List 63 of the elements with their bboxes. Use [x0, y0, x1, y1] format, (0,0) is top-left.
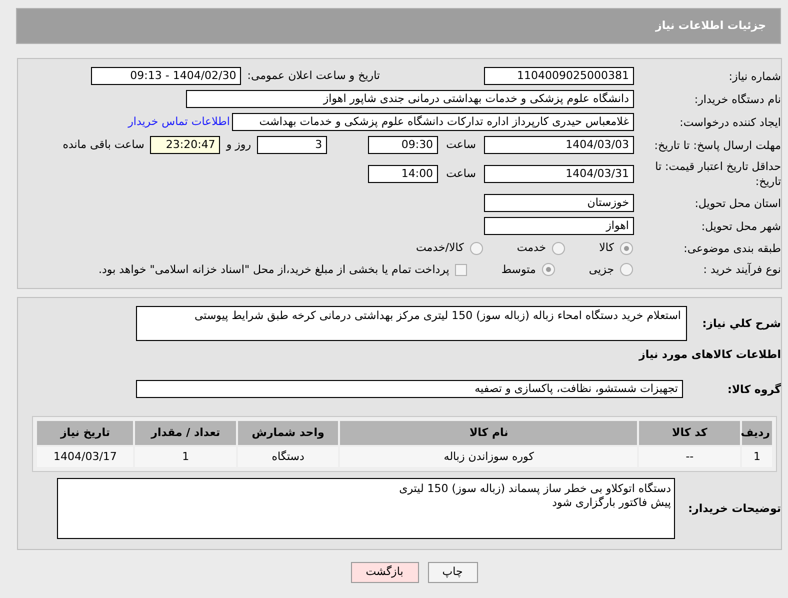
- column-header: کد کالا: [639, 421, 740, 445]
- days-field: 3: [257, 136, 328, 154]
- buyer-notes-field[interactable]: دستگاه اتوکلاو بی خطر ساز پسماند (زباله سوز) 150 لیتری پیش فاکتور بارگزاری شود: [57, 478, 675, 539]
- checkbox[interactable]: [455, 264, 468, 276]
- field-label: مهلت ارسال پاسخ: تا تاریخ:: [653, 138, 781, 152]
- radio-label: کالا/خدمت: [416, 240, 464, 256]
- field-label: شهر محل تحویل:: [700, 218, 781, 234]
- description-field[interactable]: استعلام خرید دستگاه امحاء زباله (زباله سوز) 150 لیتری مرکز بهداشتی درمانی کرخه طبق شرایط پیوستی: [136, 306, 687, 341]
- buyer-org-field: دانشگاه علوم پزشکی و خدمات بهداشتی درمانی جندی شاپور اهواز: [186, 90, 634, 108]
- validity-time-field: 14:00: [368, 165, 438, 183]
- creator-field: غلامعباس حیدری کارپرداز اداره تدارکات دانشگاه علوم پزشکی و خدمات بهداشت: [232, 113, 634, 131]
- table-cell: 1: [135, 447, 236, 467]
- announce-date-field: 1404/02/30 - 09:13: [91, 67, 242, 85]
- radio-button[interactable]: [542, 263, 555, 276]
- field-label: نام دستگاه خریدار:: [693, 92, 781, 106]
- table-cell: 1: [742, 447, 772, 467]
- goods-group-field: تجهیزات شستشو، نظافت، پاکسازی و تصفیه: [136, 380, 683, 398]
- table-cell: کوره سوزاندن زباله: [340, 447, 638, 467]
- column-header: نام کالا: [340, 421, 638, 445]
- note-line: پیش فاکتور بارگزاری شود: [551, 496, 671, 510]
- field-label: ساعت باقی مانده: [62, 136, 144, 153]
- payment-label: پرداخت تمام یا بخشی از مبلغ خرید،از محل "اسناد خزانه اسلامی" خواهد بود.: [98, 262, 450, 278]
- field-label: شماره نیاز:: [728, 68, 781, 84]
- radio-label: خدمت: [516, 240, 546, 256]
- deadline-date-field: 1404/03/03: [484, 136, 634, 154]
- radio-label: متوسط: [501, 262, 536, 278]
- field-label: طبقه بندی موضوعی:: [682, 240, 781, 256]
- column-header: تعداد / مقدار: [135, 421, 236, 445]
- field-label: ساعت: [446, 166, 476, 182]
- field-label: حداقل تاریخ اعتبار قیمت: تا تاریخ:: [654, 159, 781, 189]
- field-label: ساعت: [446, 136, 476, 153]
- field-label: استان محل تحویل:: [694, 196, 781, 210]
- contact-link[interactable]: اطلاعات تماس خریدار: [128, 114, 230, 130]
- radio-label: جزیی: [588, 262, 614, 278]
- column-header: ردیف: [742, 421, 772, 445]
- field-label: ایجاد کننده درخواست:: [678, 114, 781, 130]
- validity-date-field: 1404/03/31: [484, 165, 634, 183]
- field-label: تاریخ و ساعت اعلان عمومی:: [247, 68, 380, 84]
- table-cell: دستگاه: [238, 447, 338, 467]
- deadline-time-field: 09:30: [368, 136, 438, 154]
- remaining-time-field: 23:20:47: [150, 136, 220, 154]
- table-cell: --: [639, 447, 740, 467]
- page-title: جزئیات اطلاعات نیاز: [656, 18, 766, 34]
- table-cell: 1404/03/17: [37, 447, 134, 467]
- print-button[interactable]: چاپ: [428, 562, 478, 583]
- field-label: اطلاعات کالاهای مورد نیاز: [638, 347, 781, 362]
- radio-button[interactable]: [470, 242, 483, 255]
- field-label: شرح کلي نياز:: [701, 316, 781, 331]
- field-label: توضیحات خریدار:: [687, 501, 781, 516]
- field-label: گروه کالا:: [726, 382, 781, 396]
- radio-button[interactable]: [620, 263, 633, 276]
- province-field: خوزستان: [484, 194, 634, 212]
- column-header: تاریخ نیاز: [37, 421, 134, 445]
- field-label: نوع فرآیند خرید :: [702, 262, 781, 278]
- city-field: اهواز: [484, 217, 634, 235]
- radio-button[interactable]: [620, 242, 633, 255]
- need-number-field: 1104009025000381: [484, 67, 634, 85]
- radio-button[interactable]: [552, 242, 566, 255]
- back-button[interactable]: بازگشت: [350, 562, 418, 583]
- column-header: واحد شمارش: [238, 421, 338, 445]
- radio-label: کالا: [599, 240, 614, 256]
- field-label: روز و: [226, 136, 252, 153]
- note-line: دستگاه اتوکلاو بی خطر ساز پسماند (زباله سوز) 150 لیتری: [398, 482, 671, 496]
